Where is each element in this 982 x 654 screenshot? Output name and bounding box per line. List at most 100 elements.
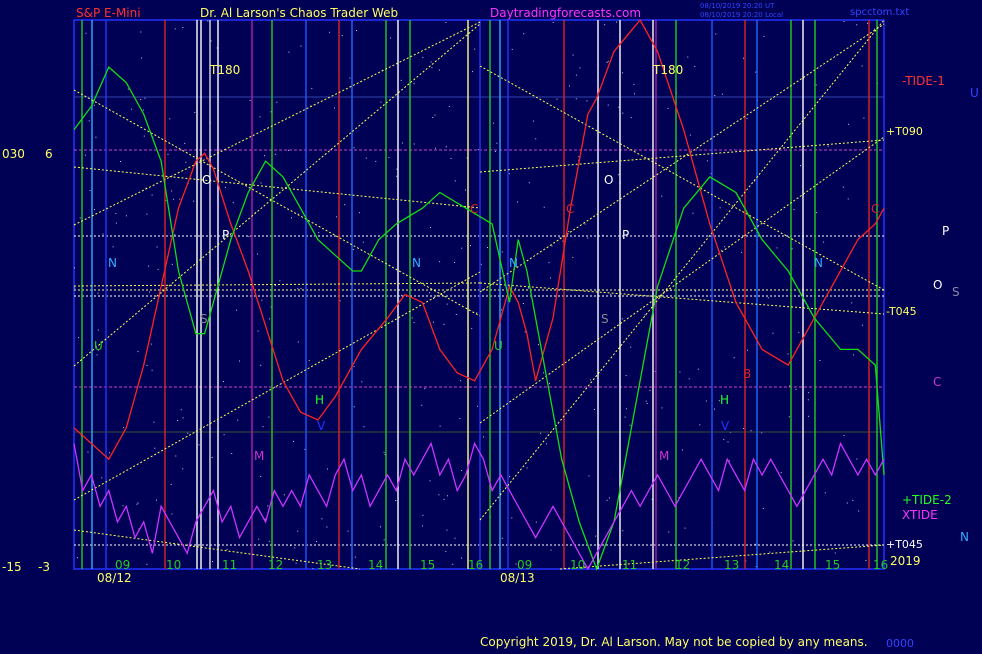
background-dot — [743, 428, 745, 429]
background-dot — [477, 405, 479, 407]
background-dot — [692, 212, 694, 214]
background-dot — [501, 251, 503, 253]
background-dot — [695, 290, 697, 292]
hour-tick-label: 11 — [222, 558, 237, 572]
label-u-top: U — [970, 86, 979, 100]
background-dot — [616, 21, 617, 23]
forecast-line-diagonal — [479, 65, 885, 291]
background-dot — [551, 245, 553, 247]
background-dot — [549, 382, 550, 384]
background-dot — [174, 28, 176, 30]
background-dot — [543, 206, 545, 208]
background-dot — [687, 56, 689, 58]
background-dot — [568, 85, 570, 87]
background-dot — [352, 249, 354, 250]
background-dot — [137, 502, 139, 504]
background-dot — [344, 204, 346, 206]
background-dot — [258, 538, 260, 540]
background-dot — [223, 381, 224, 382]
background-dot — [210, 40, 212, 42]
background-dot — [842, 186, 844, 188]
background-dot — [595, 535, 597, 537]
background-dot — [137, 351, 139, 353]
background-dot — [140, 31, 142, 33]
background-dot — [212, 561, 213, 563]
background-dot — [123, 427, 125, 429]
background-dot — [146, 213, 148, 215]
background-dot — [649, 390, 651, 391]
background-dot — [144, 97, 146, 99]
background-dot — [474, 48, 476, 50]
background-dot — [84, 154, 86, 156]
background-dot — [723, 439, 725, 441]
background-dot — [622, 72, 624, 74]
background-dot — [522, 303, 524, 304]
background-dot — [435, 147, 436, 149]
background-dot — [852, 354, 854, 356]
background-dot — [546, 443, 548, 445]
background-dot — [724, 246, 726, 248]
background-dot — [140, 99, 142, 100]
background-dot — [480, 263, 482, 265]
background-dot — [356, 30, 357, 31]
background-dot — [856, 458, 858, 460]
background-dot — [621, 318, 623, 320]
file-name: spcctom.txt — [850, 7, 909, 18]
background-dot — [445, 22, 447, 23]
background-dot — [172, 198, 174, 200]
background-dot — [413, 143, 415, 145]
background-dot — [421, 525, 423, 527]
background-dot — [187, 432, 189, 434]
background-dot — [852, 500, 854, 501]
background-dot — [646, 403, 648, 404]
background-dot — [396, 175, 398, 177]
background-dot — [120, 161, 121, 162]
background-dot — [446, 303, 448, 305]
background-dot — [741, 251, 742, 253]
series-line-xtide — [73, 441, 885, 571]
hour-tick-label: 10 — [570, 558, 585, 572]
background-dot — [249, 100, 251, 101]
background-dot — [383, 539, 385, 541]
background-dot — [446, 529, 448, 531]
background-dot — [150, 343, 152, 345]
forecast-line-diagonal — [73, 23, 481, 367]
background-dot — [743, 57, 744, 59]
background-dot — [261, 299, 263, 301]
background-dot — [622, 112, 624, 114]
background-dot — [587, 237, 589, 239]
background-dot — [438, 69, 440, 71]
background-dot — [422, 56, 424, 58]
background-dot — [143, 135, 145, 137]
background-dot — [863, 117, 865, 119]
background-dot — [115, 213, 117, 215]
background-dot — [257, 330, 259, 332]
background-dot — [629, 424, 631, 426]
background-dot — [562, 240, 564, 242]
hour-tick-label: 15 — [420, 558, 435, 572]
background-dot — [274, 285, 276, 287]
background-dot — [226, 548, 228, 550]
corner-tag: 0000 — [886, 637, 914, 650]
background-dot — [268, 318, 270, 320]
axis-label-minus15: -15 — [2, 560, 22, 574]
copyright-notice: Copyright 2019, Dr. Al Larson. May not b… — [480, 635, 868, 649]
background-dot — [413, 83, 415, 85]
background-dot — [93, 104, 95, 106]
background-dot — [572, 256, 574, 258]
background-dot — [353, 366, 355, 368]
background-dot — [268, 540, 270, 542]
background-dot — [508, 173, 510, 175]
background-dot — [865, 560, 867, 561]
timestamp-local: 08/10/2019 20:20 Local — [700, 11, 783, 19]
background-dot — [800, 165, 801, 167]
background-dot — [559, 237, 561, 239]
background-dot — [867, 22, 868, 24]
background-dot — [223, 434, 225, 436]
background-dot — [353, 147, 355, 149]
background-dot — [538, 344, 539, 346]
background-dot — [439, 425, 441, 427]
background-dot — [454, 180, 456, 182]
planet-marker-label: T180 — [209, 63, 240, 77]
background-dot — [461, 557, 463, 559]
